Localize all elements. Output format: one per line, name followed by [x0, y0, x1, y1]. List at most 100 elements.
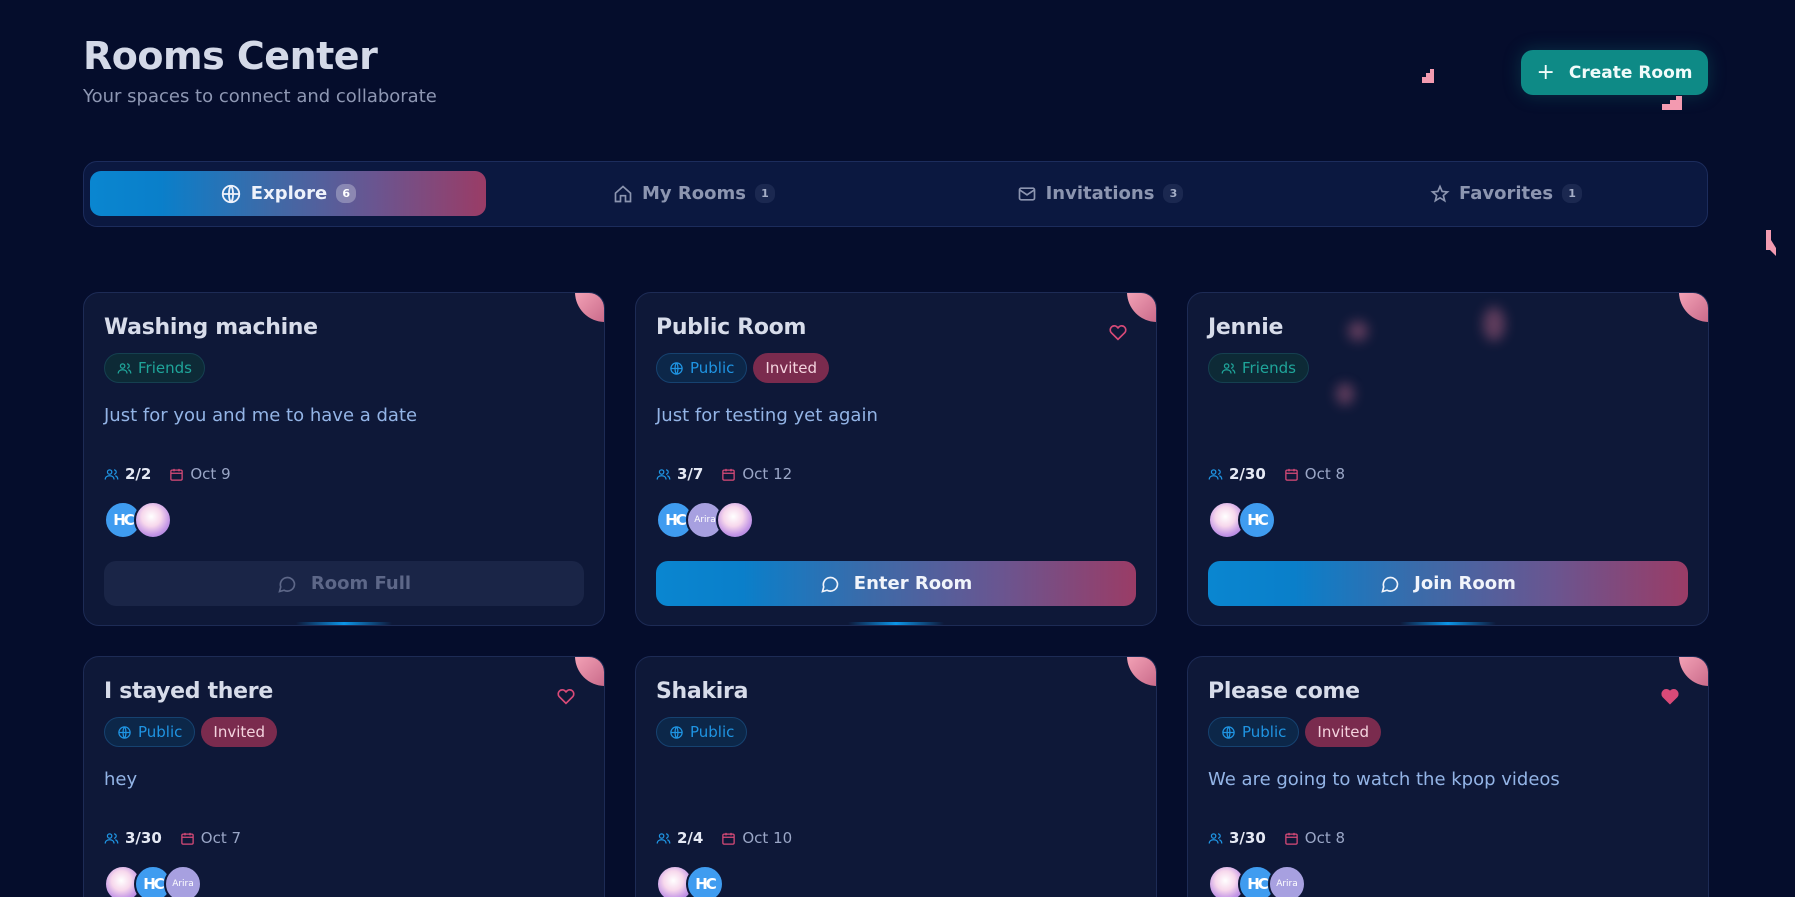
- users-icon: [104, 468, 119, 480]
- member-avatars: HC Arira: [656, 501, 754, 539]
- room-type-badge: Public: [656, 353, 748, 383]
- users-icon: [104, 832, 119, 844]
- room-title: Please come: [1208, 679, 1360, 704]
- tab-count-badge: 1: [754, 184, 775, 203]
- calendar-icon: [1285, 468, 1298, 481]
- member-count: 2/2: [104, 465, 151, 483]
- member-count: 2/4: [656, 829, 703, 847]
- avatar: Arira: [164, 865, 202, 897]
- chat-bubble-icon: [821, 576, 839, 593]
- avatar: [134, 501, 172, 539]
- globe-icon: [118, 725, 131, 739]
- globe-icon: [670, 361, 683, 375]
- member-avatars: HC: [104, 501, 172, 539]
- room-type-badge: Friends: [104, 353, 205, 383]
- blur-decoration: [1483, 307, 1505, 341]
- globe-icon: [1222, 725, 1235, 739]
- enter-room-button[interactable]: Enter Room: [656, 561, 1136, 606]
- tab-label: Explore: [250, 183, 328, 204]
- room-type-badge: Public: [104, 717, 196, 747]
- join-room-button[interactable]: Join Room: [1208, 561, 1688, 606]
- home-icon: [614, 184, 632, 202]
- card-corner-decoration: [1127, 293, 1156, 322]
- created-date: Oct 8: [1284, 465, 1345, 483]
- card-corner-decoration: [575, 293, 604, 322]
- room-title: Washing machine: [104, 315, 318, 340]
- member-avatars: HC Arira: [1208, 865, 1306, 897]
- users-icon: [1208, 832, 1223, 844]
- calendar-icon: [170, 468, 184, 481]
- avatar: [716, 501, 754, 539]
- room-title: Shakira: [656, 679, 749, 704]
- tab-count-badge: 6: [336, 184, 357, 203]
- member-count: 3/30: [104, 829, 162, 847]
- petal-decoration-icon: [1662, 96, 1682, 110]
- card-corner-decoration: [575, 657, 604, 686]
- created-date: Oct 9: [169, 465, 231, 483]
- room-type-badge: Public: [656, 717, 748, 747]
- room-card: Jennie Friends 2/30 Oct 8 HC Join Room: [1187, 292, 1709, 626]
- tab-favorites[interactable]: Favorites 1: [1308, 171, 1704, 216]
- blur-decoration: [1348, 321, 1368, 341]
- room-description: We are going to watch the kpop videos: [1208, 769, 1560, 790]
- heart-icon[interactable]: [556, 687, 576, 705]
- room-description: Just for testing yet again: [656, 405, 878, 426]
- avatar: HC: [1238, 501, 1276, 539]
- petal-decoration-icon: [1766, 230, 1776, 256]
- blur-decoration: [1336, 383, 1354, 405]
- tab-label: Favorites: [1458, 183, 1554, 204]
- tab-count-badge: 1: [1562, 184, 1583, 203]
- avatar: HC: [686, 865, 724, 897]
- calendar-icon: [722, 832, 736, 845]
- heart-icon[interactable]: [1108, 323, 1128, 341]
- room-full-button[interactable]: Room Full: [104, 561, 584, 606]
- invited-badge: Invited: [201, 717, 278, 747]
- tab-my-rooms[interactable]: My Rooms 1: [496, 171, 892, 216]
- member-count: 2/30: [1208, 465, 1266, 483]
- users-icon: [656, 468, 671, 480]
- room-card: Washing machine Friends Just for you and…: [83, 292, 605, 626]
- invited-badge: Invited: [753, 353, 830, 383]
- room-title: Public Room: [656, 315, 807, 340]
- tab-label: My Rooms: [642, 183, 746, 204]
- create-room-label: Create Room: [1568, 62, 1693, 83]
- plus-icon: +: [1536, 59, 1555, 85]
- heart-filled-icon[interactable]: [1660, 687, 1680, 705]
- member-avatars: HC: [656, 865, 724, 897]
- card-glow: [848, 622, 944, 625]
- tab-explore[interactable]: Explore 6: [90, 171, 486, 216]
- room-title: Jennie: [1208, 315, 1284, 340]
- room-type-badge: Friends: [1208, 353, 1309, 383]
- tab-invitations[interactable]: Invitations 3: [902, 171, 1298, 216]
- card-corner-decoration: [1679, 657, 1708, 686]
- card-glow: [296, 622, 392, 625]
- created-date: Oct 10: [721, 829, 792, 847]
- page-title: Rooms Center: [83, 34, 378, 78]
- member-avatars: HC: [1208, 501, 1276, 539]
- room-card: Please come Public Invited We are going …: [1187, 656, 1709, 897]
- room-card: I stayed there Public Invited hey 3/30 O…: [83, 656, 605, 897]
- users-icon: [1221, 362, 1236, 374]
- chat-bubble-icon: [278, 576, 296, 593]
- create-room-button[interactable]: + Create Room: [1521, 50, 1708, 95]
- calendar-icon: [181, 832, 194, 845]
- room-description: hey: [104, 769, 138, 790]
- card-glow: [1400, 622, 1496, 625]
- created-date: Oct 8: [1284, 829, 1345, 847]
- room-type-badge: Public: [1208, 717, 1300, 747]
- card-corner-decoration: [1127, 657, 1156, 686]
- room-title: I stayed there: [104, 679, 273, 704]
- invited-badge: Invited: [1305, 717, 1382, 747]
- petal-decoration-icon: [1422, 69, 1434, 83]
- globe-icon: [221, 184, 240, 203]
- users-icon: [1208, 468, 1223, 480]
- member-count: 3/7: [656, 465, 703, 483]
- room-description: Just for you and me to have a date: [104, 405, 418, 426]
- chat-bubble-icon: [1381, 576, 1399, 593]
- tab-bar: Explore 6 My Rooms 1 Invitations 3 Favor…: [83, 161, 1708, 227]
- tab-label: Invitations: [1045, 183, 1155, 204]
- tab-count-badge: 3: [1163, 184, 1184, 203]
- page-subtitle: Your spaces to connect and collaborate: [83, 86, 437, 107]
- member-count: 3/30: [1208, 829, 1266, 847]
- room-card: Public Room Public Invited Just for test…: [635, 292, 1157, 626]
